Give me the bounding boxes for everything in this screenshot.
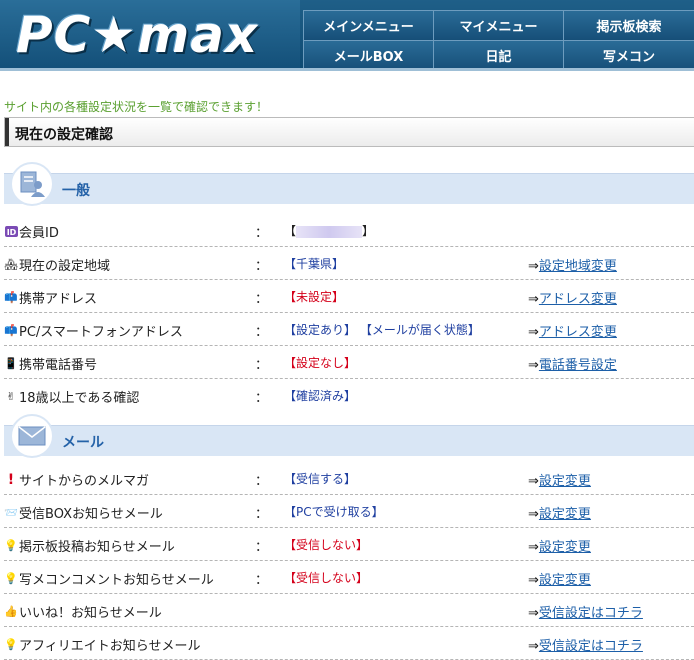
colon: ： <box>255 226 269 241</box>
change-mobile-address-link[interactable]: アドレス変更 <box>539 292 617 307</box>
setting-value: 【受信しない】 <box>284 538 369 552</box>
set-phone-link[interactable]: 電話番号設定 <box>539 358 617 373</box>
colon: ： <box>255 507 269 522</box>
colon: ： <box>255 259 269 274</box>
setting-label: PC/スマートフォンアドレス <box>19 325 183 340</box>
arrow: ⇒ <box>528 573 539 588</box>
nav-photo-contest[interactable]: 写メコン <box>563 40 694 70</box>
intro-text: サイト内の各種設定状況を一覧で確認できます！ <box>4 100 269 114</box>
setting-label: いいね！お知らせメール <box>19 606 162 621</box>
svg-text:ID: ID <box>6 228 16 237</box>
id-badge-icon: ID <box>4 225 18 239</box>
setting-label: 携帯アドレス <box>19 292 98 307</box>
setting-row-photo-comment-notify: 💡 写メコンコメントお知らせメール ： 【受信しない】 ⇒設定変更 <box>0 561 694 594</box>
setting-label: 18歳以上である確認 <box>19 391 140 406</box>
arrow: ⇒ <box>528 474 539 489</box>
nav-board-search[interactable]: 掲示板検索 <box>563 10 694 40</box>
colon: ： <box>255 325 269 340</box>
setting-row-age: ✌ 18歳以上である確認 ： 【確認済み】 <box>0 379 694 412</box>
thumbs-up-icon: 👍 <box>4 605 18 618</box>
arrow: ⇒ <box>528 606 539 621</box>
page-title: 現在の設定確認 <box>15 127 113 143</box>
setting-row-region: 🏘 現在の設定地域 ： 【千葉県】 ⇒設定地域変更 <box>0 247 694 280</box>
setting-label: 現在の設定地域 <box>19 259 111 274</box>
section-general-title: 一般 <box>62 183 90 199</box>
arrow: ⇒ <box>528 540 539 555</box>
setting-label: サイトからのメルマガ <box>19 474 150 489</box>
change-pc-address-link[interactable]: アドレス変更 <box>539 325 617 340</box>
setting-label: アフィリエイトお知らせメール <box>19 639 201 654</box>
affiliate-notify-settings-link[interactable]: 受信設定はコチラ <box>539 639 643 654</box>
setting-label: 掲示板投稿お知らせメール <box>19 540 175 555</box>
setting-value: 【設定なし】 <box>284 356 357 370</box>
envelope-icon <box>10 414 54 458</box>
lightbulb-icon: 💡 <box>4 572 18 585</box>
setting-row-board-notify: 💡 掲示板投稿お知らせメール ： 【受信しない】 ⇒設定変更 <box>0 528 694 561</box>
setting-value: 【受信する】 <box>284 472 357 486</box>
setting-row-like-notify: 👍 いいね！お知らせメール ⇒受信設定はコチラ <box>0 594 694 627</box>
setting-row-mobile-address: 📫 携帯アドレス ： 【未設定】 ⇒アドレス変更 <box>0 280 694 313</box>
setting-value: 【未設定】 <box>284 290 345 304</box>
arrow: ⇒ <box>528 358 539 373</box>
document-person-icon <box>10 162 54 206</box>
change-photo-comment-notify-link[interactable]: 設定変更 <box>539 573 591 588</box>
nav-my-menu[interactable]: マイメニュー <box>433 10 563 40</box>
exclamation-icon: ! <box>7 471 15 488</box>
nav-mail-box[interactable]: メールBOX <box>303 40 433 70</box>
member-id-value: 【】 <box>284 224 375 238</box>
colon: ： <box>255 540 269 555</box>
setting-value: 【受信しない】 <box>284 571 369 585</box>
setting-row-affiliate-notify: 💡 アフィリエイトお知らせメール ⇒受信設定はコチラ <box>0 627 694 660</box>
colon: ： <box>255 292 269 307</box>
arrow: ⇒ <box>528 325 539 340</box>
section-mail-title: メール <box>62 435 104 451</box>
setting-label: 会員ID <box>19 226 59 241</box>
peace-hand-icon: ✌ <box>6 390 16 403</box>
page-title-bar: 現在の設定確認 <box>4 117 694 147</box>
lightbulb-icon: 💡 <box>4 539 18 552</box>
setting-value: 【PCで受け取る】 <box>284 505 384 519</box>
setting-row-newsletter: ! サイトからのメルマガ ： 【受信する】 ⇒設定変更 <box>0 462 694 495</box>
like-notify-settings-link[interactable]: 受信設定はコチラ <box>539 606 643 621</box>
arrow: ⇒ <box>528 259 539 274</box>
change-inbox-notify-link[interactable]: 設定変更 <box>539 507 591 522</box>
nav-diary[interactable]: 日記 <box>433 40 563 70</box>
header-divider <box>0 68 694 71</box>
section-general-header: 一般 <box>4 162 694 206</box>
setting-label: 受信BOXお知らせメール <box>19 507 163 522</box>
section-mail-header: メール <box>4 414 694 458</box>
setting-row-phone: 📱 携帯電話番号 ： 【設定なし】 ⇒電話番号設定 <box>0 346 694 379</box>
logo-text: PC★max <box>16 6 259 64</box>
change-board-notify-link[interactable]: 設定変更 <box>539 540 591 555</box>
arrow: ⇒ <box>528 639 539 654</box>
arrow: ⇒ <box>528 507 539 522</box>
arrow: ⇒ <box>528 292 539 307</box>
change-newsletter-link[interactable]: 設定変更 <box>539 474 591 489</box>
site-logo[interactable]: PC★max <box>0 0 300 70</box>
mailbox-icon: 📫 <box>4 324 18 337</box>
setting-value: 【設定あり】 【メールが届く状態】 <box>284 323 480 337</box>
colon: ： <box>255 358 269 373</box>
setting-row-inbox-notify: 📨 受信BOXお知らせメール ： 【PCで受け取る】 ⇒設定変更 <box>0 495 694 528</box>
change-region-link[interactable]: 設定地域変更 <box>539 259 617 274</box>
colon: ： <box>255 391 269 406</box>
mailbox-icon: 📫 <box>4 291 18 304</box>
house-icon: 🏘 <box>4 258 18 271</box>
colon: ： <box>255 474 269 489</box>
mobile-phone-icon: 📱 <box>4 357 18 370</box>
lightbulb-icon: 💡 <box>4 638 18 651</box>
setting-value: 【確認済み】 <box>284 389 357 403</box>
setting-label: 携帯電話番号 <box>19 358 98 373</box>
site-header: PC★max メインメニュー マイメニュー 掲示板検索 メールBOX 日記 写メ… <box>0 0 694 71</box>
redacted-member-id <box>296 225 363 238</box>
setting-row-pc-address: 📫 PC/スマートフォンアドレス ： 【設定あり】 【メールが届く状態】 ⇒アドレ… <box>0 313 694 346</box>
setting-row-member-id: ID 会員ID ： 【】 <box>0 214 694 247</box>
main-nav: メインメニュー マイメニュー 掲示板検索 メールBOX 日記 写メコン <box>303 10 694 70</box>
colon: ： <box>255 573 269 588</box>
inbox-icon: 📨 <box>4 506 18 519</box>
setting-value: 【千葉県】 <box>284 257 345 271</box>
setting-label: 写メコンコメントお知らせメール <box>19 573 214 588</box>
nav-main-menu[interactable]: メインメニュー <box>303 10 433 40</box>
